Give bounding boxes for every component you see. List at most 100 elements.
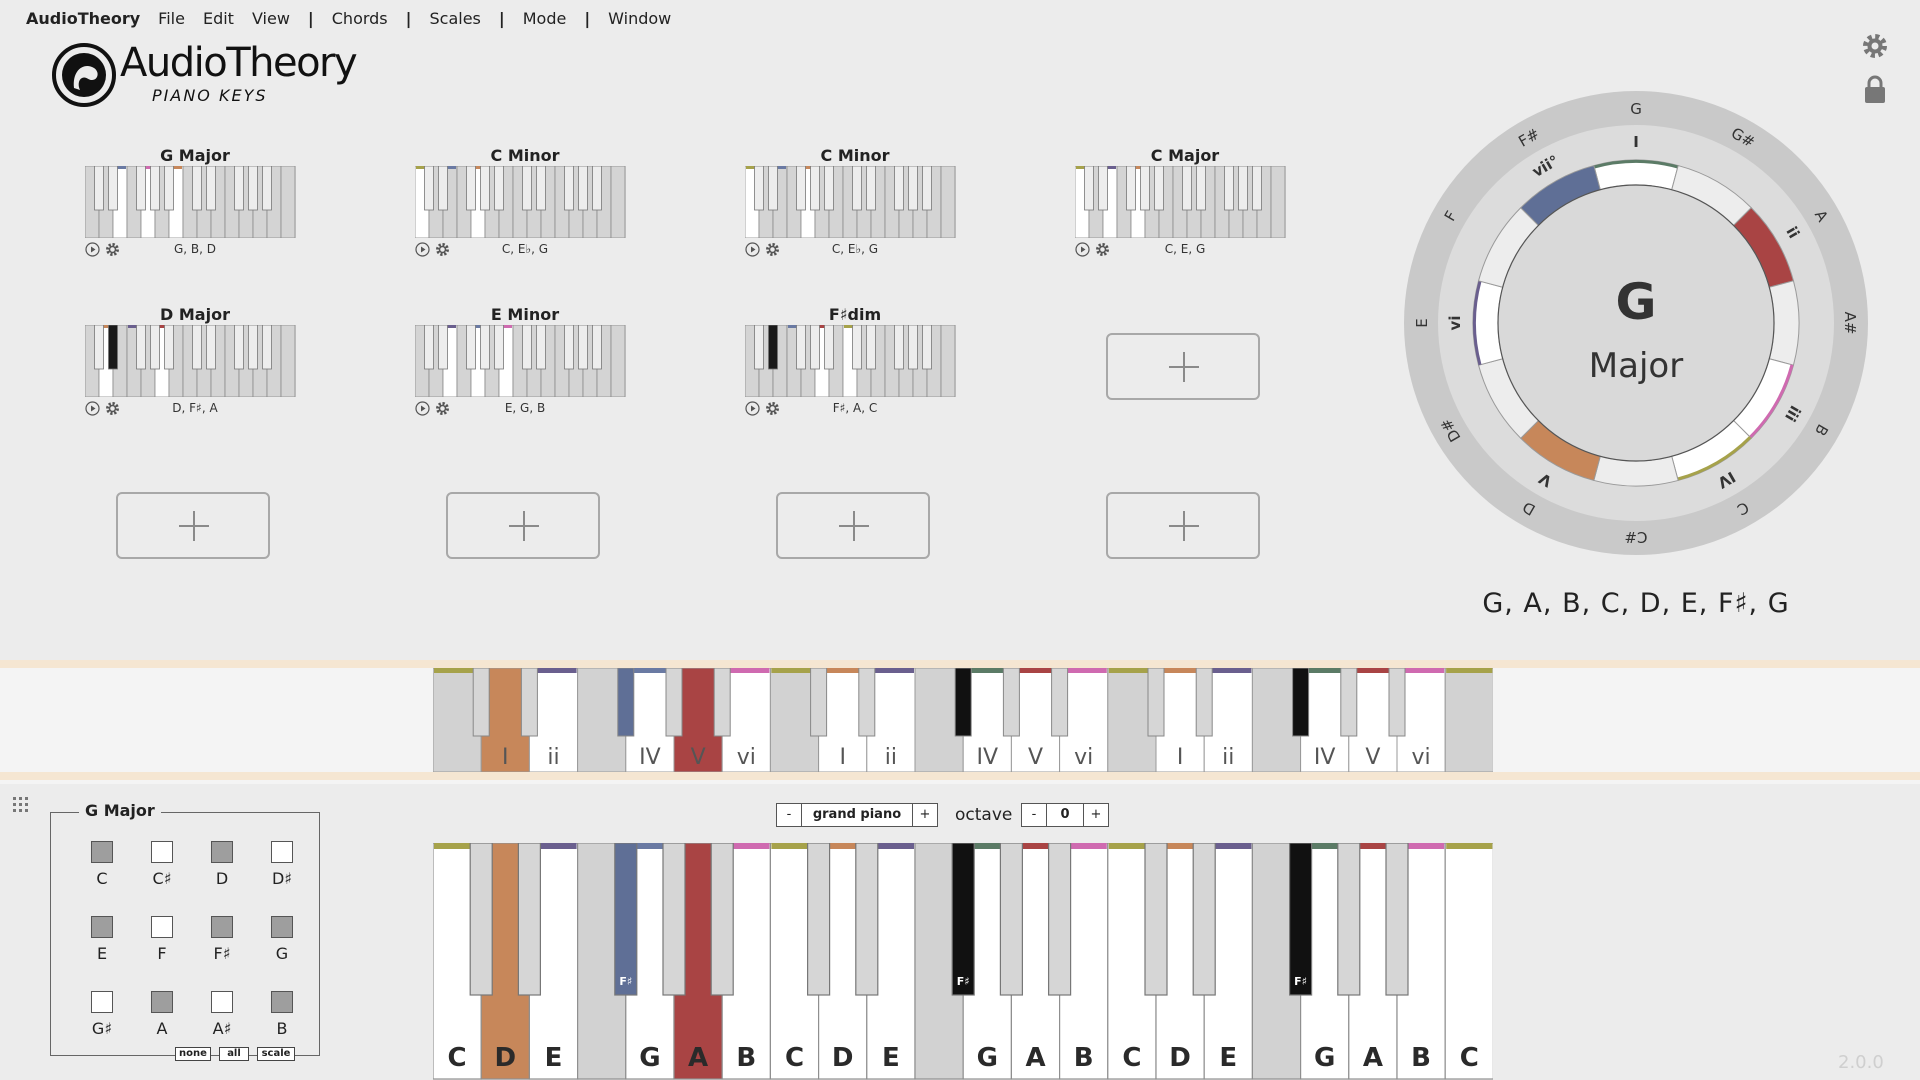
add-chord-button[interactable] bbox=[1106, 333, 1260, 400]
scale-note-toggle[interactable]: D♯ bbox=[253, 813, 313, 888]
note-checkbox[interactable] bbox=[91, 916, 113, 938]
menu-chords[interactable]: Chords bbox=[332, 9, 388, 28]
instrument-name[interactable]: grand piano bbox=[801, 804, 913, 826]
black-key[interactable] bbox=[710, 843, 734, 996]
mini-black-key bbox=[192, 325, 202, 370]
circle-note-label[interactable]: G bbox=[1630, 100, 1642, 118]
instrument-next-button[interactable]: + bbox=[913, 804, 937, 826]
strip-black-key[interactable] bbox=[665, 668, 683, 737]
add-chord-button[interactable] bbox=[776, 492, 930, 559]
menu-file[interactable]: File bbox=[158, 9, 185, 28]
note-checkbox[interactable] bbox=[91, 991, 113, 1013]
black-key[interactable] bbox=[1192, 843, 1216, 996]
black-key[interactable] bbox=[951, 843, 975, 996]
mini-black-key bbox=[164, 166, 174, 211]
black-key[interactable] bbox=[1144, 843, 1168, 996]
circle-note-label[interactable]: A# bbox=[1841, 312, 1859, 335]
scale-note-toggle[interactable]: G♯ bbox=[73, 963, 133, 1038]
select-all-button[interactable]: all bbox=[219, 1047, 249, 1061]
settings-gear-icon[interactable] bbox=[1861, 32, 1889, 60]
note-checkbox[interactable] bbox=[271, 991, 293, 1013]
note-checkbox[interactable] bbox=[91, 841, 113, 863]
black-key[interactable] bbox=[1288, 843, 1313, 996]
black-key[interactable] bbox=[807, 843, 831, 996]
chord-card[interactable]: D Major D, F♯, A bbox=[85, 305, 305, 425]
strip-white-key[interactable] bbox=[1444, 668, 1493, 772]
strip-black-key[interactable] bbox=[617, 668, 635, 737]
menu-app-name[interactable]: AudioTheory bbox=[26, 9, 140, 28]
note-checkbox[interactable] bbox=[151, 916, 173, 938]
strip-black-key[interactable] bbox=[1292, 668, 1310, 737]
strip-black-key[interactable] bbox=[858, 668, 876, 737]
scale-note-toggle[interactable]: E bbox=[73, 888, 133, 963]
note-checkbox[interactable] bbox=[211, 916, 233, 938]
circle-note-label[interactable]: E bbox=[1413, 318, 1431, 327]
mini-black-key bbox=[564, 166, 574, 211]
note-checkbox[interactable] bbox=[151, 841, 173, 863]
instrument-prev-button[interactable]: - bbox=[777, 804, 801, 826]
add-chord-button[interactable] bbox=[116, 492, 270, 559]
note-checkbox[interactable] bbox=[211, 841, 233, 863]
chord-card[interactable]: C Minor C, E♭, G bbox=[745, 146, 965, 266]
strip-black-key[interactable] bbox=[1388, 668, 1406, 737]
scale-note-toggle[interactable]: F bbox=[133, 888, 193, 963]
grid-icon[interactable] bbox=[12, 796, 30, 814]
chord-card[interactable]: C Major C, E, G bbox=[1075, 146, 1295, 266]
key-circle[interactable]: G Major GG#AA#BCC#DD#EFF# IiiiiiIVVvivii… bbox=[1404, 91, 1868, 555]
strip-black-key[interactable] bbox=[1051, 668, 1069, 737]
black-key[interactable] bbox=[999, 843, 1024, 996]
menu-scales[interactable]: Scales bbox=[429, 9, 480, 28]
chord-card[interactable]: C Minor C, E♭, G bbox=[415, 146, 635, 266]
scale-note-toggle[interactable]: D bbox=[193, 813, 253, 888]
strip-black-key[interactable] bbox=[1147, 668, 1165, 737]
circle-note-label[interactable]: C# bbox=[1624, 528, 1647, 546]
add-chord-button[interactable] bbox=[446, 492, 600, 559]
scale-note-toggle[interactable]: F♯ bbox=[193, 888, 253, 963]
strip-black-key[interactable] bbox=[1002, 668, 1020, 737]
black-key[interactable] bbox=[469, 843, 493, 996]
degree-keyboard[interactable]: Iii IV Vvi Iii IV Vvi Iii IV Vvi bbox=[433, 668, 1493, 772]
mini-black-key bbox=[262, 325, 272, 370]
note-checkbox[interactable] bbox=[271, 916, 293, 938]
menu-separator: | bbox=[405, 8, 412, 28]
black-key[interactable] bbox=[1385, 843, 1409, 996]
note-checkbox[interactable] bbox=[151, 991, 173, 1013]
black-key[interactable] bbox=[614, 843, 638, 996]
menu-window[interactable]: Window bbox=[608, 9, 671, 28]
chord-degree-strip: Iii IV Vvi Iii IV Vvi Iii IV Vvi bbox=[0, 660, 1920, 784]
add-chord-button[interactable] bbox=[1106, 492, 1260, 559]
scale-note-toggle[interactable]: A♯ bbox=[193, 963, 253, 1038]
strip-black-key[interactable] bbox=[713, 668, 731, 737]
strip-black-key[interactable] bbox=[954, 668, 972, 737]
black-key[interactable] bbox=[1337, 843, 1361, 996]
note-checkbox[interactable] bbox=[271, 841, 293, 863]
octave-plus-button[interactable]: + bbox=[1084, 804, 1108, 826]
select-scale-button[interactable]: scale bbox=[257, 1047, 295, 1061]
select-none-button[interactable]: none bbox=[175, 1047, 211, 1061]
chord-card[interactable]: E Minor E, G, B bbox=[415, 305, 635, 425]
strip-black-key[interactable] bbox=[1195, 668, 1213, 737]
main-piano-keyboard[interactable]: C D E G A B C D E G A B C D E G A B CF♯ F♯ F♯ bbox=[433, 843, 1493, 1080]
black-key[interactable] bbox=[855, 843, 879, 996]
menu-view[interactable]: View bbox=[252, 9, 290, 28]
scale-note-toggle[interactable]: C bbox=[73, 813, 133, 888]
black-key[interactable] bbox=[1047, 843, 1072, 996]
black-key[interactable] bbox=[517, 843, 542, 996]
scale-note-toggle[interactable]: A bbox=[133, 963, 193, 1038]
strip-black-key[interactable] bbox=[1340, 668, 1358, 737]
chord-card[interactable]: F♯dim F♯, A, C bbox=[745, 305, 965, 425]
octave-minus-button[interactable]: - bbox=[1022, 804, 1046, 826]
strip-degree-label: IV bbox=[1314, 745, 1336, 770]
scale-note-toggle[interactable]: G bbox=[253, 888, 313, 963]
strip-black-key[interactable] bbox=[520, 668, 538, 737]
scale-note-toggle[interactable]: C♯ bbox=[133, 813, 193, 888]
scale-note-toggle[interactable]: B bbox=[253, 963, 313, 1038]
note-checkbox[interactable] bbox=[211, 991, 233, 1013]
menu-mode[interactable]: Mode bbox=[523, 9, 567, 28]
strip-black-key[interactable] bbox=[810, 668, 828, 737]
chord-card[interactable]: G Major G, B, D bbox=[85, 146, 305, 266]
black-key[interactable] bbox=[662, 843, 686, 996]
mini-black-key bbox=[768, 325, 778, 370]
strip-black-key[interactable] bbox=[472, 668, 490, 737]
menu-edit[interactable]: Edit bbox=[203, 9, 234, 28]
